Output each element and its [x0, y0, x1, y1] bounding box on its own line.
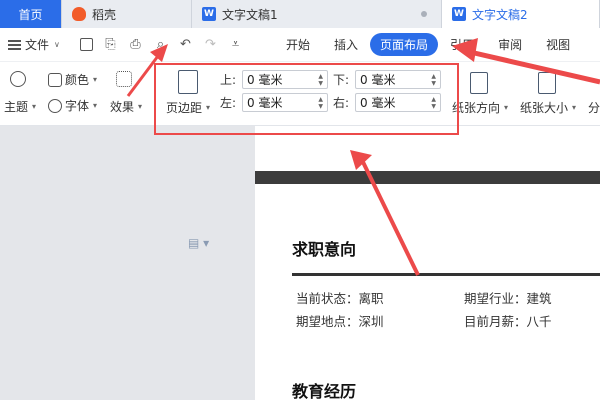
tab-view[interactable]: 视图 — [534, 33, 582, 56]
font-button[interactable]: 字体 ▾ — [48, 97, 97, 114]
hamburger-icon — [8, 39, 21, 50]
more-label: 分 — [588, 101, 600, 115]
expected-industry: 期望行业：建筑 — [464, 291, 552, 306]
expected-location: 期望地点：深圳 — [296, 314, 384, 329]
orientation-button[interactable]: 纸张方向 ▾ — [452, 99, 508, 116]
effect-button[interactable]: 效果 ▾ — [110, 98, 142, 115]
daoke-icon — [72, 7, 86, 21]
left-pane — [0, 126, 255, 400]
more-button[interactable]: 分 — [588, 99, 600, 116]
tab-start[interactable]: 开始 — [274, 33, 322, 56]
tab-doc1[interactable]: W 文字文稿1 — [192, 0, 442, 28]
export-icon[interactable]: ⎘ — [103, 37, 118, 52]
ribbon-tabs: 开始 插入 页面布局 引用 审阅 视图 — [274, 33, 582, 56]
more-commands-icon[interactable]: ⩡ — [228, 37, 243, 52]
tab-bar: 首页 稻壳 W 文字文稿1 W 文字文稿2 — [0, 0, 600, 28]
paper-size-icon — [538, 72, 556, 94]
tab-doc2[interactable]: W 文字文稿2 — [442, 0, 600, 28]
color-label: 颜色 — [65, 73, 90, 87]
color-button[interactable]: 颜色 ▾ — [48, 71, 97, 88]
chevron-down-icon: ∨ — [54, 40, 60, 49]
tab-insert[interactable]: 插入 — [322, 33, 370, 56]
tab-daoke-label: 稻壳 — [92, 7, 117, 22]
current-salary: 目前月薪：八千 — [464, 314, 552, 329]
paper-size-button[interactable]: 纸张大小 ▾ — [520, 99, 576, 116]
tab-page-layout[interactable]: 页面布局 — [370, 33, 439, 56]
writer-icon: W — [452, 7, 466, 21]
tab-home[interactable]: 首页 — [0, 0, 62, 28]
menu-bar: 文件 ∨ ⎘ ⎙ ⌕ ↶ ↷ ⩡ 开始 插入 页面布局 引用 审阅 视图 — [0, 28, 600, 62]
font-label: 字体 — [65, 99, 90, 113]
theme-label: 主题 — [4, 100, 29, 114]
header-bar — [255, 171, 600, 184]
document-page[interactable] — [255, 126, 600, 400]
theme-button[interactable]: 主题 ▾ — [4, 98, 36, 115]
tab-doc2-label: 文字文稿2 — [472, 7, 528, 22]
effect-label: 效果 — [110, 100, 135, 114]
tab-daoke[interactable]: 稻壳 — [62, 0, 192, 28]
unsaved-dot-icon — [421, 11, 427, 17]
tab-home-label: 首页 — [18, 7, 43, 22]
redo-icon[interactable]: ↷ — [203, 37, 218, 52]
section-title-job-intent: 求职意向 — [292, 240, 357, 259]
current-status: 当前状态：离职 — [296, 291, 384, 306]
color-grid-icon — [48, 72, 62, 87]
file-menu-label: 文件 — [25, 38, 50, 52]
palette-icon — [10, 71, 26, 87]
quick-access-toolbar: ⎘ ⎙ ⌕ ↶ ↷ ⩡ — [74, 37, 274, 52]
writer-icon: W — [202, 7, 216, 21]
effects-icon — [116, 71, 132, 87]
file-menu[interactable]: 文件 ∨ — [0, 36, 74, 53]
orientation-icon — [470, 72, 488, 94]
document-outline-icon[interactable]: ▤ ▾ — [188, 236, 209, 250]
undo-icon[interactable]: ↶ — [178, 37, 193, 52]
font-icon — [48, 98, 62, 113]
tab-review[interactable]: 审阅 — [486, 33, 534, 56]
section-divider — [292, 273, 600, 276]
orientation-label: 纸张方向 — [452, 101, 501, 115]
tab-references[interactable]: 引用 — [438, 33, 486, 56]
annotation-highlight-box — [154, 63, 459, 135]
print-preview-icon[interactable]: ⌕ — [153, 37, 168, 52]
tab-doc1-label: 文字文稿1 — [222, 7, 278, 22]
section-title-education: 教育经历 — [292, 382, 357, 400]
paper-size-label: 纸张大小 — [520, 101, 569, 115]
save-icon[interactable] — [80, 38, 93, 51]
print-icon[interactable]: ⎙ — [128, 37, 143, 52]
